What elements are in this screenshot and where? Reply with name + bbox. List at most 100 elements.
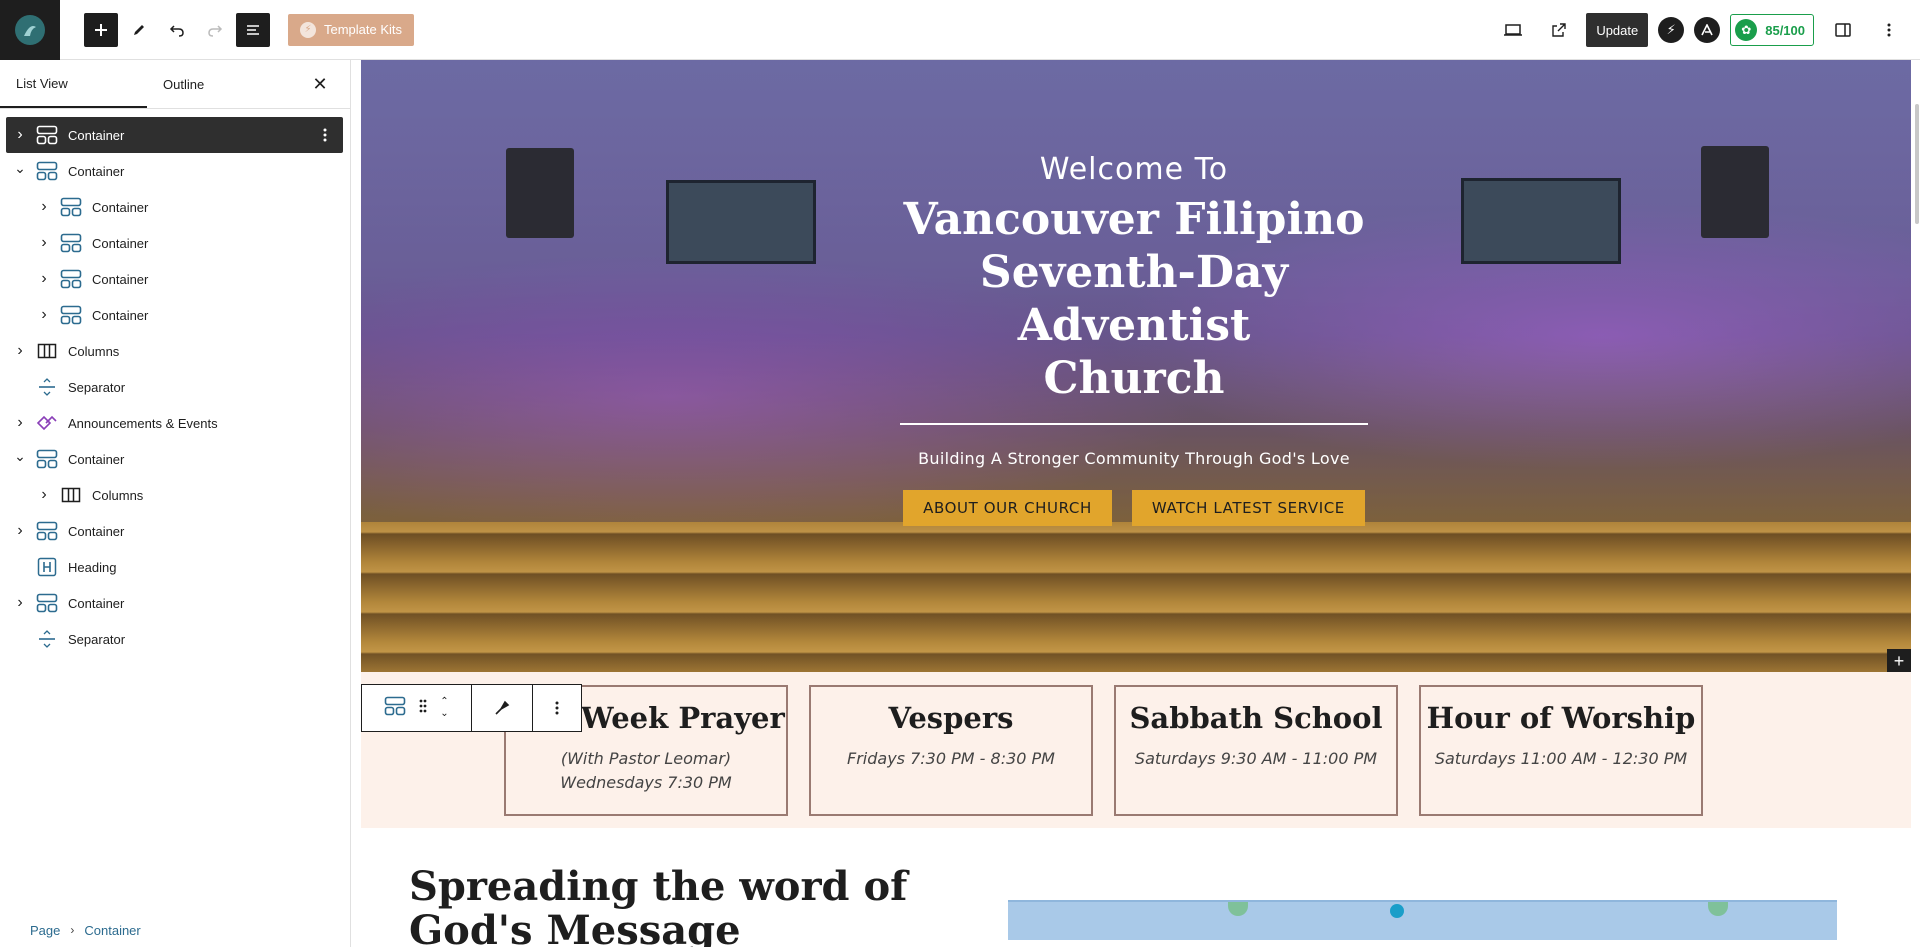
map-embed[interactable]	[1008, 900, 1837, 940]
row-options-kebab-icon[interactable]	[315, 125, 335, 145]
settings-sidebar-button[interactable]	[1826, 13, 1860, 47]
kebab-menu-icon	[1887, 23, 1891, 37]
list-view-item-label: Columns	[68, 343, 120, 359]
chevron-down-icon[interactable]: ⌄	[12, 160, 28, 176]
view-page-button[interactable]	[1542, 13, 1576, 47]
drag-handle-icon[interactable]	[418, 698, 428, 719]
list-view-item-label: Container	[68, 523, 125, 539]
hero-buttons: ABOUT OUR CHURCH WATCH LATEST SERVICE	[874, 490, 1394, 526]
chevron-right-icon[interactable]: ›	[12, 594, 28, 611]
bolt-plugin-icon[interactable]: ⚡	[1658, 17, 1685, 43]
plus-icon	[95, 23, 107, 36]
template-kits-button[interactable]: ⚡ Template Kits	[288, 13, 415, 46]
move-up-down-buttons[interactable]: ⌃ ⌄	[440, 696, 448, 720]
list-view-item-label: Container	[68, 127, 125, 143]
service-card-sabbath-school[interactable]: Sabbath School Saturdays 9:30 AM - 11:00…	[1114, 685, 1398, 816]
update-button[interactable]: Update	[1586, 13, 1649, 47]
tv-image-detail	[666, 180, 816, 264]
chevron-right-icon[interactable]: ›	[12, 414, 28, 431]
separator-icon	[36, 377, 58, 397]
chevron-right-icon[interactable]: ›	[36, 486, 52, 503]
list-view-item-container[interactable]: › Container	[0, 585, 350, 621]
tab-outline[interactable]: Outline	[147, 60, 294, 108]
tools-button[interactable]	[122, 13, 156, 47]
list-view-item-label: Container	[92, 307, 149, 323]
styles-button[interactable]	[472, 685, 533, 731]
block-options-button[interactable]	[533, 685, 581, 731]
list-view-item-separator[interactable]: Separator	[0, 621, 350, 657]
list-view-item-container[interactable]: › Container	[0, 513, 350, 549]
list-view-item-heading[interactable]: Heading	[0, 549, 350, 585]
block-type-group: ⌃ ⌄	[362, 685, 472, 731]
canvas-scrollbar[interactable]	[1912, 60, 1920, 947]
editor-top-toolbar: ⚡ Template Kits Update ⚡ ✿ 85/100	[0, 0, 1920, 60]
container-icon	[36, 161, 58, 181]
site-logo-button[interactable]	[0, 0, 60, 60]
list-view-item-label: Container	[92, 271, 149, 287]
container-icon	[36, 125, 58, 145]
list-view-item-container[interactable]: › Container	[0, 189, 350, 225]
container-icon	[36, 593, 58, 613]
add-block-inserter-icon[interactable]: +	[1887, 649, 1911, 673]
document-overview-button[interactable]	[236, 12, 270, 47]
list-view-item-container[interactable]: › Container	[6, 117, 343, 153]
service-card-worship[interactable]: Hour of Worship Saturdays 11:00 AM - 12:…	[1419, 685, 1703, 816]
list-view-item-label: Columns	[92, 487, 144, 503]
service-card-vespers[interactable]: Vespers Fridays 7:30 PM - 8:30 PM	[809, 685, 1093, 816]
watch-service-button[interactable]: WATCH LATEST SERVICE	[1131, 490, 1365, 526]
about-church-button[interactable]: ABOUT OUR CHURCH	[903, 490, 1112, 526]
list-view-item-container[interactable]: ⌄ Container	[0, 153, 350, 189]
speaker-image-detail	[1701, 146, 1769, 238]
close-panel-icon[interactable]: ✕	[308, 72, 332, 96]
service-card-title: Hour of Worship	[1426, 701, 1696, 735]
chevron-right-icon[interactable]: ›	[36, 198, 52, 215]
astra-plugin-icon[interactable]	[1694, 17, 1721, 43]
breadcrumb-page[interactable]: Page	[30, 923, 60, 938]
list-view-item-columns[interactable]: › Columns	[0, 333, 350, 369]
scrollbar-thumb[interactable]	[1915, 104, 1919, 224]
chevron-down-icon[interactable]: ⌄	[12, 448, 28, 464]
container-icon	[60, 233, 82, 253]
list-view-item-announcements-events[interactable]: › Announcements & Events	[0, 405, 350, 441]
redo-icon	[208, 24, 223, 37]
list-view-item-label: Separator	[68, 631, 126, 647]
preview-device-button[interactable]	[1496, 13, 1530, 47]
chevron-right-icon[interactable]: ›	[36, 270, 52, 287]
undo-button[interactable]	[160, 13, 194, 47]
speaker-image-detail	[506, 148, 574, 238]
columns-icon	[60, 485, 82, 505]
redo-button[interactable]	[198, 13, 232, 47]
seo-score-badge[interactable]: ✿ 85/100	[1730, 14, 1814, 46]
chevron-right-icon[interactable]: ›	[36, 234, 52, 251]
chevron-down-icon[interactable]: ⌄	[440, 708, 448, 720]
container-icon	[60, 305, 82, 325]
list-view-item-container[interactable]: ⌄ Container	[0, 441, 350, 477]
list-view-item-label: Announcements & Events	[68, 415, 218, 431]
chevron-right-icon[interactable]: ›	[36, 306, 52, 323]
list-view-item-columns[interactable]: › Columns	[0, 477, 350, 513]
hero-tagline: Building A Stronger Community Through Go…	[918, 449, 1350, 468]
list-view-item-container[interactable]: › Container	[0, 297, 350, 333]
add-block-button[interactable]	[84, 12, 118, 47]
columns-icon	[36, 341, 58, 361]
list-view-item-container[interactable]: › Container	[0, 225, 350, 261]
container-block-icon[interactable]	[384, 696, 406, 721]
chevron-right-icon[interactable]: ›	[12, 522, 28, 539]
tab-list-view[interactable]: List View	[0, 60, 147, 108]
list-view-item-container[interactable]: › Container	[0, 261, 350, 297]
map-park-shape	[1228, 902, 1248, 916]
options-menu-button[interactable]	[1872, 13, 1906, 47]
chevron-right-icon[interactable]: ›	[12, 126, 28, 143]
section-heading[interactable]: Spreading the word of God's Message	[409, 865, 929, 947]
panel-tabs: List View Outline ✕	[0, 60, 350, 109]
chevron-right-icon[interactable]: ›	[12, 342, 28, 359]
breadcrumb-separator-icon: ›	[70, 923, 75, 937]
template-kits-icon: ⚡	[300, 21, 316, 38]
hero-cover-block[interactable]: Welcome To Vancouver Filipino Seventh-Da…	[361, 60, 1911, 672]
list-view-item-separator[interactable]: Separator	[0, 369, 350, 405]
list-view-item-label: Container	[92, 199, 149, 215]
breadcrumb-container[interactable]: Container	[84, 923, 140, 938]
chevron-up-icon[interactable]: ⌃	[440, 696, 448, 708]
